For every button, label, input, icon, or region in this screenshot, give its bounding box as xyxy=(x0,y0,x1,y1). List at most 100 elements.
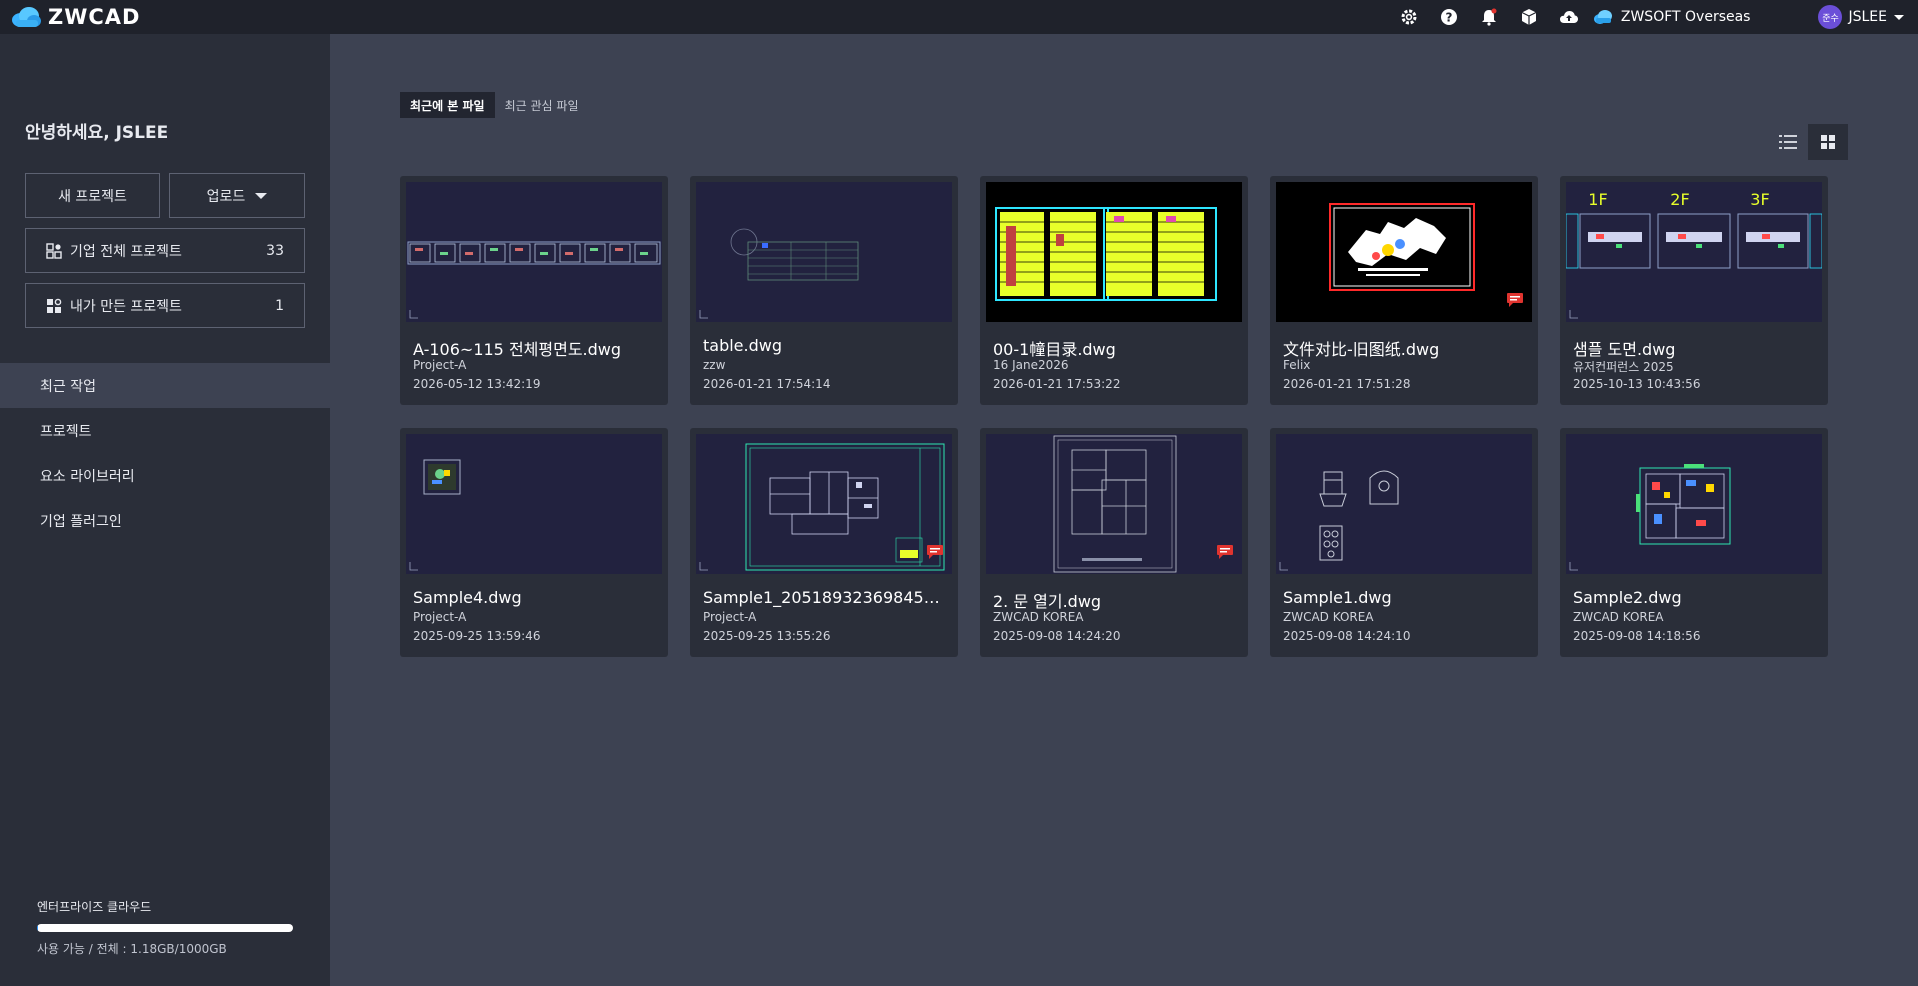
file-name: 00-1幢目录.dwg xyxy=(993,340,1116,359)
file-date: 2026-01-21 17:51:28 xyxy=(1283,377,1411,391)
file-project: zzw xyxy=(703,358,726,372)
nav-label: 기업 플러그인 xyxy=(40,513,122,530)
file-thumbnail xyxy=(986,434,1242,574)
file-project: Project-A xyxy=(703,610,757,624)
file-thumbnail xyxy=(406,182,662,322)
nav-library[interactable]: 요소 라이브러리 xyxy=(0,453,330,498)
file-date: 2026-01-21 17:54:14 xyxy=(703,377,831,391)
chevron-down-icon xyxy=(255,192,268,199)
comment-badge-icon xyxy=(1506,292,1524,312)
file-date: 2025-09-08 14:24:10 xyxy=(1283,629,1411,643)
file-name: Sample1_2051893236984528... xyxy=(703,588,949,607)
nav-label: 프로젝트 xyxy=(40,423,92,440)
all-projects-row[interactable]: 기업 전체 프로젝트 33 xyxy=(25,228,305,273)
file-thumbnail xyxy=(1566,434,1822,574)
file-thumbnail: 1F 2F 3F xyxy=(1566,182,1822,322)
file-card[interactable]: Sample2.dwg ZWCAD KOREA 2025-09-08 14:18… xyxy=(1560,428,1828,657)
file-name: 文件对比-旧图纸.dwg xyxy=(1283,340,1440,359)
list-view-icon[interactable] xyxy=(1768,124,1808,160)
file-name: A-106~115 전체평면도.dwg xyxy=(413,340,622,359)
file-name: Sample2.dwg xyxy=(1573,588,1682,607)
file-name: Sample1.dwg xyxy=(1283,588,1392,607)
file-project: 16 Jane2026 xyxy=(993,358,1069,372)
file-thumbnail xyxy=(696,182,952,322)
help-icon[interactable]: ? xyxy=(1429,0,1469,34)
file-card[interactable]: 1F 2F 3F 샘플 도면.dwg 유저컨퍼런스 2025 2025-10-1… xyxy=(1560,176,1828,405)
file-project: ZWCAD KOREA xyxy=(993,610,1084,624)
upload-button[interactable]: 업로드 xyxy=(169,173,305,218)
storage-text: 사용 가능 / 전체 : 1.18GB/1000GB xyxy=(37,942,227,956)
tab-recent-files[interactable]: 최근에 본 파일 xyxy=(400,92,495,118)
file-name: 2. 문 열기.dwg xyxy=(993,592,1102,611)
my-projects-row[interactable]: 내가 만든 프로젝트 1 xyxy=(25,283,305,328)
file-project: 유저컨퍼런스 2025 xyxy=(1573,360,1674,374)
floor-label: 3F xyxy=(1750,190,1769,209)
cube-icon[interactable] xyxy=(1509,0,1549,34)
my-projects-icon xyxy=(47,298,62,313)
file-date: 2025-10-13 10:43:56 xyxy=(1573,377,1701,391)
org-cloud-icon xyxy=(1593,10,1612,24)
comment-badge-icon xyxy=(1216,544,1234,564)
sidebar: 안녕하세요, JSLEE 새 프로젝트 업로드 기업 전체 프로젝트 33 내가… xyxy=(0,34,330,986)
file-card[interactable]: A-106~115 전체평면도.dwg Project-A 2026-05-12… xyxy=(400,176,668,405)
floor-label: 1F xyxy=(1588,190,1607,209)
all-projects-count: 33 xyxy=(266,242,284,259)
new-project-label: 새 프로젝트 xyxy=(58,188,127,205)
file-thumbnail xyxy=(406,434,662,574)
my-projects-label: 내가 만든 프로젝트 xyxy=(70,298,182,315)
file-thumbnail xyxy=(986,182,1242,322)
nav-projects[interactable]: 프로젝트 xyxy=(0,408,330,453)
storage-title: 엔터프라이즈 클라우드 xyxy=(37,900,152,914)
upload-label: 업로드 xyxy=(206,188,246,205)
floor-label: 2F xyxy=(1670,190,1689,209)
file-thumbnail xyxy=(1276,434,1532,574)
file-name: Sample4.dwg xyxy=(413,588,522,607)
file-card[interactable]: Sample1.dwg ZWCAD KOREA 2025-09-08 14:24… xyxy=(1270,428,1538,657)
file-date: 2026-01-21 17:53:22 xyxy=(993,377,1121,391)
org-switcher[interactable]: ZWSOFT Overseas xyxy=(1593,9,1751,25)
grid-view-icon[interactable] xyxy=(1808,124,1848,160)
nav-recent[interactable]: 최근 작업 xyxy=(0,363,330,408)
cloud-upload-icon[interactable] xyxy=(1549,0,1589,34)
file-card[interactable]: 文件对比-旧图纸.dwg Felix 2026-01-21 17:51:28 xyxy=(1270,176,1538,405)
file-project: ZWCAD KOREA xyxy=(1573,610,1664,624)
nav-label: 요소 라이브러리 xyxy=(40,468,135,485)
file-card[interactable]: 00-1幢目录.dwg 16 Jane2026 2026-01-21 17:53… xyxy=(980,176,1248,405)
file-project: Project-A xyxy=(413,358,467,372)
file-card[interactable]: Sample4.dwg Project-A 2025-09-25 13:59:4… xyxy=(400,428,668,657)
all-projects-label: 기업 전체 프로젝트 xyxy=(70,243,182,260)
cloud-logo-icon xyxy=(12,7,41,27)
file-date: 2025-09-25 13:59:46 xyxy=(413,629,541,643)
app-logo[interactable]: ZWCAD xyxy=(10,5,141,29)
file-project: Project-A xyxy=(413,610,467,624)
file-thumbnail xyxy=(696,434,952,574)
file-card[interactable]: 2. 문 열기.dwg ZWCAD KOREA 2025-09-08 14:24… xyxy=(980,428,1248,657)
top-bar: ZWCAD ? ZWSOFT Overseas 준수 JSLEE xyxy=(0,0,1918,34)
file-date: 2026-05-12 13:42:19 xyxy=(413,377,541,391)
view-toggle xyxy=(1768,124,1848,160)
file-project: ZWCAD KOREA xyxy=(1283,610,1374,624)
file-project: Felix xyxy=(1283,358,1311,372)
file-card[interactable]: table.dwg zzw 2026-01-21 17:54:14 xyxy=(690,176,958,405)
file-date: 2025-09-08 14:18:56 xyxy=(1573,629,1701,643)
comment-badge-icon xyxy=(926,544,944,564)
org-name: ZWSOFT Overseas xyxy=(1620,9,1751,25)
file-thumbnail xyxy=(1276,182,1532,322)
bell-icon[interactable] xyxy=(1469,0,1509,34)
avatar: 준수 xyxy=(1818,5,1843,29)
tab-favorite-files[interactable]: 최근 관심 파일 xyxy=(495,92,589,118)
nav-plugins[interactable]: 기업 플러그인 xyxy=(0,498,330,543)
gear-icon[interactable] xyxy=(1389,0,1429,34)
new-project-button[interactable]: 새 프로젝트 xyxy=(25,173,160,218)
my-projects-count: 1 xyxy=(275,297,284,314)
app-name: ZWCAD xyxy=(48,5,141,29)
storage-bar xyxy=(37,924,293,932)
svg-text:?: ? xyxy=(1445,11,1452,25)
file-date: 2025-09-08 14:24:20 xyxy=(993,629,1121,643)
greeting: 안녕하세요, JSLEE xyxy=(25,123,169,143)
nav-label: 최근 작업 xyxy=(40,378,96,395)
file-tabs: 최근에 본 파일 최근 관심 파일 xyxy=(400,92,588,118)
user-menu[interactable]: 준수 JSLEE xyxy=(1818,5,1906,29)
file-name: 샘플 도면.dwg xyxy=(1573,340,1676,359)
file-card[interactable]: Sample1_2051893236984528... Project-A 20… xyxy=(690,428,958,657)
